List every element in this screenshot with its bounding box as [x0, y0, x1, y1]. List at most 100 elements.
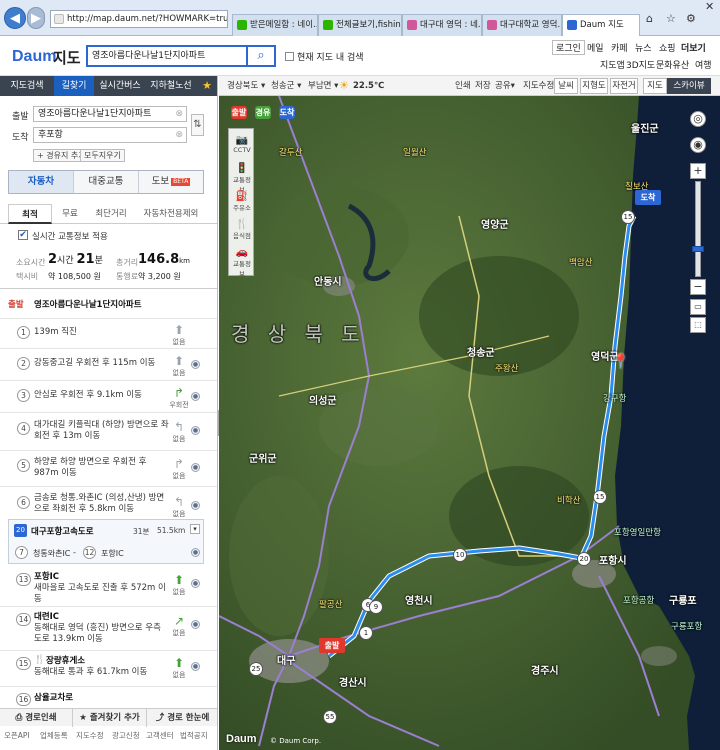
- print-map-link[interactable]: 인쇄: [455, 79, 471, 93]
- camera-icon[interactable]: ●: [191, 426, 200, 435]
- region-county[interactable]: 청송군 ▾: [271, 79, 301, 93]
- print-route-button[interactable]: ⎙ 경로인쇄: [0, 709, 72, 727]
- route-step-15[interactable]: 15 🍴 장량휴게소 동해대로 통과 후 61.7km 이동 ⬆ 없음 ●: [0, 650, 217, 686]
- map-view-button[interactable]: 지도: [643, 78, 667, 94]
- forward-button[interactable]: ▶: [27, 7, 45, 29]
- highway-segment[interactable]: 20 대구포항고속도로 31분 51.5km ▾ 7 청통와촌IC - 12 포…: [8, 519, 204, 564]
- zoom-slider-track[interactable]: [692, 181, 704, 277]
- login-link[interactable]: 로그인: [552, 40, 585, 55]
- ruler-icon[interactable]: ▭: [690, 299, 706, 315]
- chevron-down-icon[interactable]: ▾: [190, 524, 200, 534]
- more-link[interactable]: 더보기: [681, 41, 706, 54]
- footer-ads[interactable]: 광고신청: [112, 730, 140, 741]
- tab-map-search[interactable]: 지도검색: [0, 76, 54, 96]
- footer-openapi[interactable]: 오픈API: [4, 730, 30, 741]
- route-step-4[interactable]: 4 대가대길 키플릭대 (하양) 방면으로 좌회전 후 13m 이동 ↰ 없음 …: [0, 412, 217, 450]
- route-overview-button[interactable]: ⤴ 경로 한눈에: [146, 709, 217, 727]
- location-pin-icon[interactable]: 📍: [612, 354, 629, 370]
- skyview-button[interactable]: 스카이뷰: [667, 78, 711, 94]
- save-map-link[interactable]: 저장: [475, 79, 491, 93]
- traffic-button[interactable]: 🚦 교통정보: [231, 163, 253, 194]
- cctv-button[interactable]: 📷 CCTV: [231, 135, 253, 154]
- tab-shortest[interactable]: 최단거리: [88, 204, 134, 224]
- mode-walk[interactable]: 도보 BETA: [139, 171, 203, 193]
- end-marker[interactable]: 도착: [635, 190, 661, 205]
- traffic-info-button[interactable]: 🚗 교통정보: [231, 247, 253, 278]
- mapapp-link[interactable]: 지도앱: [600, 58, 625, 71]
- tab-free[interactable]: 무료: [52, 204, 88, 224]
- route-step-3[interactable]: 3 안심로 우회전 후 9.1km 이동 ↱ 우회전 ●: [0, 380, 217, 412]
- tab-optimal[interactable]: 최적: [8, 204, 52, 224]
- edit-map-link[interactable]: 지도수정: [523, 79, 554, 93]
- home-icon[interactable]: ⌂: [646, 12, 653, 25]
- tab-subway[interactable]: 지하철노선: [146, 76, 196, 96]
- camera-icon[interactable]: ●: [191, 620, 200, 629]
- news-link[interactable]: 뉴스: [635, 41, 652, 54]
- route-step-14[interactable]: 14 대련IC 동해대로 영덕 (흥진) 방면으로 우측 도로 13.9km 이동…: [0, 606, 217, 650]
- terrain-layer-button[interactable]: 지형도: [580, 78, 608, 94]
- area-icon[interactable]: ⬚: [690, 317, 706, 333]
- waypoint-tag-button[interactable]: 경유: [255, 106, 271, 119]
- daum-logo[interactable]: Daum: [12, 48, 56, 66]
- footer-support[interactable]: 고객센터: [146, 730, 174, 741]
- region-town[interactable]: 부남면 ▾: [308, 79, 338, 93]
- browser-tab-3[interactable]: 대구대 영덕 : 네...: [402, 14, 482, 36]
- clear-icon[interactable]: ⊗: [175, 128, 183, 142]
- camera-icon[interactable]: ●: [191, 579, 200, 588]
- local-search-checkbox[interactable]: 현재 지도 내 검색: [285, 50, 364, 63]
- traffic-checkbox[interactable]: ✔: [18, 230, 28, 240]
- gas-station-button[interactable]: ⛽ 주유소: [231, 191, 253, 212]
- tab-realtime-bus[interactable]: 실시간버스: [94, 76, 146, 96]
- camera-icon[interactable]: ●: [191, 392, 200, 401]
- travel-link[interactable]: 여행: [695, 58, 712, 71]
- add-favorite-button[interactable]: ★ 즐겨찾기 추가: [72, 709, 146, 727]
- favorites-icon[interactable]: ☆: [666, 12, 676, 25]
- mail-link[interactable]: 메일: [587, 41, 604, 54]
- footer-mapedit[interactable]: 지도수정: [76, 730, 104, 741]
- close-icon[interactable]: ✕: [705, 0, 714, 13]
- tab-directions[interactable]: 길찾기: [54, 76, 94, 96]
- route-step-2[interactable]: 2 강동중고길 우회전 후 115m 이동 ⬆ 없음 ●: [0, 348, 217, 380]
- camera-icon[interactable]: ●: [191, 662, 200, 671]
- zoom-in-button[interactable]: +: [690, 163, 706, 179]
- camera-icon[interactable]: ●: [191, 463, 200, 472]
- browser-tab-4[interactable]: 대구대학교 영덕...: [482, 14, 562, 36]
- dest-input[interactable]: 후포항 ⊗: [33, 127, 187, 143]
- route-step-5[interactable]: 5 하양로 하양 방면으로 우회전 후 987m 이동 ↱ 없음 ●: [0, 450, 217, 486]
- star-icon[interactable]: ★: [196, 76, 217, 96]
- mode-car[interactable]: 자동차: [9, 171, 74, 193]
- heritage-link[interactable]: 문화유산: [656, 58, 689, 71]
- start-marker[interactable]: 출발: [319, 638, 345, 653]
- camera-icon[interactable]: ●: [191, 501, 200, 510]
- camera-icon[interactable]: ●: [191, 360, 200, 369]
- search-input[interactable]: 영조아름다운나날1단지아파트: [86, 45, 246, 67]
- zoom-out-button[interactable]: −: [690, 279, 706, 295]
- origin-input[interactable]: 영조아름다운나날1단지아파트 ⊗: [33, 106, 187, 122]
- restaurant-button[interactable]: 🍴 음식점: [231, 219, 253, 240]
- clear-all-button[interactable]: 모두지우기: [80, 149, 125, 162]
- footer-business[interactable]: 업체등록: [40, 730, 68, 741]
- route-step-16[interactable]: 16 삼율교차로: [0, 686, 217, 708]
- share-map-link[interactable]: 공유▾: [495, 79, 515, 93]
- route-step-1[interactable]: 1 139m 직진 ⬆ 없음: [0, 318, 217, 348]
- browser-tab-5[interactable]: Daum 지도: [562, 14, 640, 36]
- gear-icon[interactable]: ⚙: [686, 12, 696, 25]
- cafe-link[interactable]: 카페: [611, 41, 628, 54]
- end-tag-button[interactable]: 도착: [279, 106, 295, 119]
- 3dmap-link[interactable]: 3D지도: [626, 58, 655, 71]
- bike-layer-button[interactable]: 자전거: [610, 78, 638, 94]
- locate-me-icon[interactable]: ◎: [690, 111, 706, 127]
- tab-no-expressway[interactable]: 자동차전용제외: [134, 204, 208, 224]
- swap-icon[interactable]: ⇅: [191, 114, 204, 136]
- satellite-map[interactable]: 출발 경유 도착 경 상 북 도 안동시 영천시 대구 경산시 포항시 경주시 …: [219, 96, 720, 750]
- address-bar[interactable]: http://map.daum.net/?HOWMARK=tru: [50, 10, 228, 28]
- weather-layer-button[interactable]: 날씨: [554, 78, 578, 94]
- browser-tab-1[interactable]: 받은메일함 : 네이...: [232, 14, 318, 36]
- traffic-toggle-icon[interactable]: ◉: [690, 137, 706, 153]
- clear-icon[interactable]: ⊗: [175, 107, 183, 121]
- start-tag-button[interactable]: 출발: [231, 106, 247, 119]
- footer-legal[interactable]: 법적공지: [180, 730, 208, 741]
- zoom-slider-handle[interactable]: [692, 246, 704, 252]
- browser-tab-2[interactable]: 전체글보기,fishin...: [318, 14, 402, 36]
- route-step-13[interactable]: 13 포항IC 새마을로 고속도로 진출 후 572m 이동 ⬆ 없음 ●: [0, 568, 217, 606]
